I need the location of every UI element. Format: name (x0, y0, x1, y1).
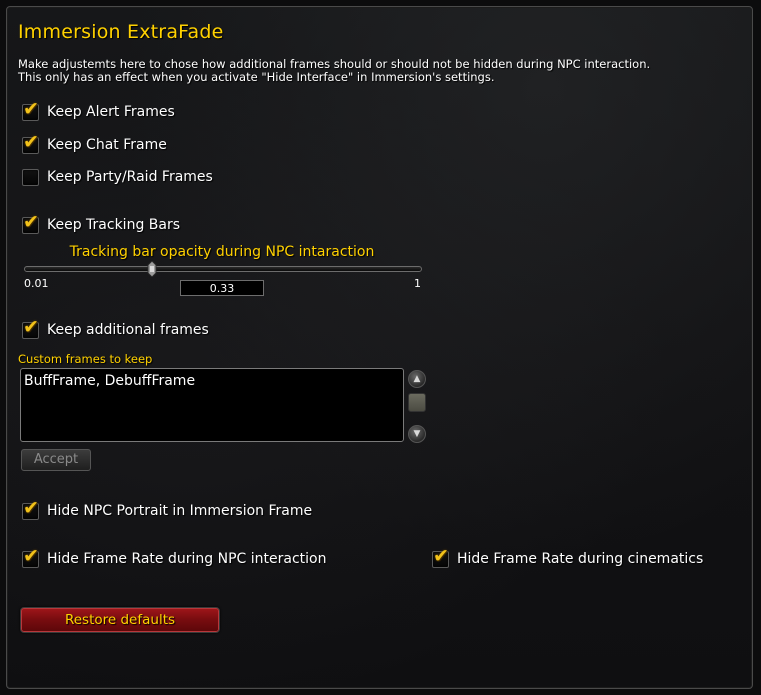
hide-npc-portrait-checkbox[interactable]: ✔ (22, 498, 39, 520)
custom-frames-label: Custom frames to keep (18, 352, 153, 366)
keep-chat-frame-option[interactable]: ✔ Keep Chat Frame (22, 132, 167, 155)
keep-additional-frames-label: Keep additional frames (47, 322, 209, 338)
keep-tracking-bars-label: Keep Tracking Bars (47, 217, 181, 233)
hide-frame-rate-cinematics-checkbox[interactable]: ✔ (432, 546, 449, 568)
custom-frames-input[interactable]: BuffFrame, DebuffFrame (20, 368, 404, 442)
keep-alert-frames-label: Keep Alert Frames (47, 104, 175, 120)
keep-party-raid-frames-label: Keep Party/Raid Frames (47, 169, 213, 185)
keep-chat-frame-checkbox[interactable]: ✔ (22, 132, 39, 154)
slider-thumb[interactable] (147, 261, 157, 277)
scroll-up-button[interactable]: ▲ (408, 370, 426, 388)
check-icon: ✔ (23, 130, 39, 153)
keep-alert-frames-checkbox[interactable]: ✔ (22, 99, 39, 121)
keep-party-raid-frames-checkbox[interactable]: ✔ (22, 168, 39, 186)
hide-frame-rate-npc-option[interactable]: ✔ Hide Frame Rate during NPC interaction (22, 546, 327, 569)
check-icon: ✔ (23, 315, 39, 338)
keep-chat-frame-label: Keep Chat Frame (47, 137, 167, 153)
hide-npc-portrait-label: Hide NPC Portrait in Immersion Frame (47, 503, 313, 519)
description-text: Make adjustemts here to chose how additi… (18, 57, 651, 84)
keep-tracking-bars-checkbox[interactable]: ✔ (22, 212, 39, 234)
opacity-slider[interactable] (24, 261, 422, 277)
check-icon: ✔ (23, 544, 39, 567)
slider-value-box[interactable]: 0.33 (180, 280, 264, 296)
slider-min-label: 0.01 (24, 277, 49, 290)
hide-frame-rate-npc-label: Hide Frame Rate during NPC interaction (47, 551, 327, 567)
opacity-slider-label: Tracking bar opacity during NPC intaract… (69, 244, 375, 260)
hide-npc-portrait-option[interactable]: ✔ Hide NPC Portrait in Immersion Frame (22, 498, 313, 521)
keep-additional-frames-checkbox[interactable]: ✔ (22, 317, 39, 339)
keep-party-raid-frames-option[interactable]: ✔ Keep Party/Raid Frames (22, 167, 213, 187)
restore-defaults-button[interactable]: Restore defaults (20, 607, 220, 633)
hide-frame-rate-cinematics-label: Hide Frame Rate during cinematics (457, 551, 704, 567)
chevron-down-icon: ▼ (413, 429, 421, 439)
scroll-down-button[interactable]: ▼ (408, 425, 426, 443)
scrollbar-thumb[interactable] (408, 393, 426, 412)
accept-button[interactable]: Accept (21, 449, 91, 471)
keep-alert-frames-option[interactable]: ✔ Keep Alert Frames (22, 99, 175, 122)
check-icon: ✔ (433, 544, 449, 567)
keep-additional-frames-option[interactable]: ✔ Keep additional frames (22, 317, 209, 340)
slider-max-label: 1 (414, 277, 421, 290)
chevron-up-icon: ▲ (413, 374, 421, 384)
keep-tracking-bars-option[interactable]: ✔ Keep Tracking Bars (22, 212, 181, 235)
check-icon: ✔ (23, 496, 39, 519)
hide-frame-rate-cinematics-option[interactable]: ✔ Hide Frame Rate during cinematics (432, 546, 704, 569)
hide-frame-rate-npc-checkbox[interactable]: ✔ (22, 546, 39, 568)
check-icon: ✔ (23, 210, 39, 233)
page-title: Immersion ExtraFade (18, 21, 224, 43)
check-icon: ✔ (23, 97, 39, 120)
